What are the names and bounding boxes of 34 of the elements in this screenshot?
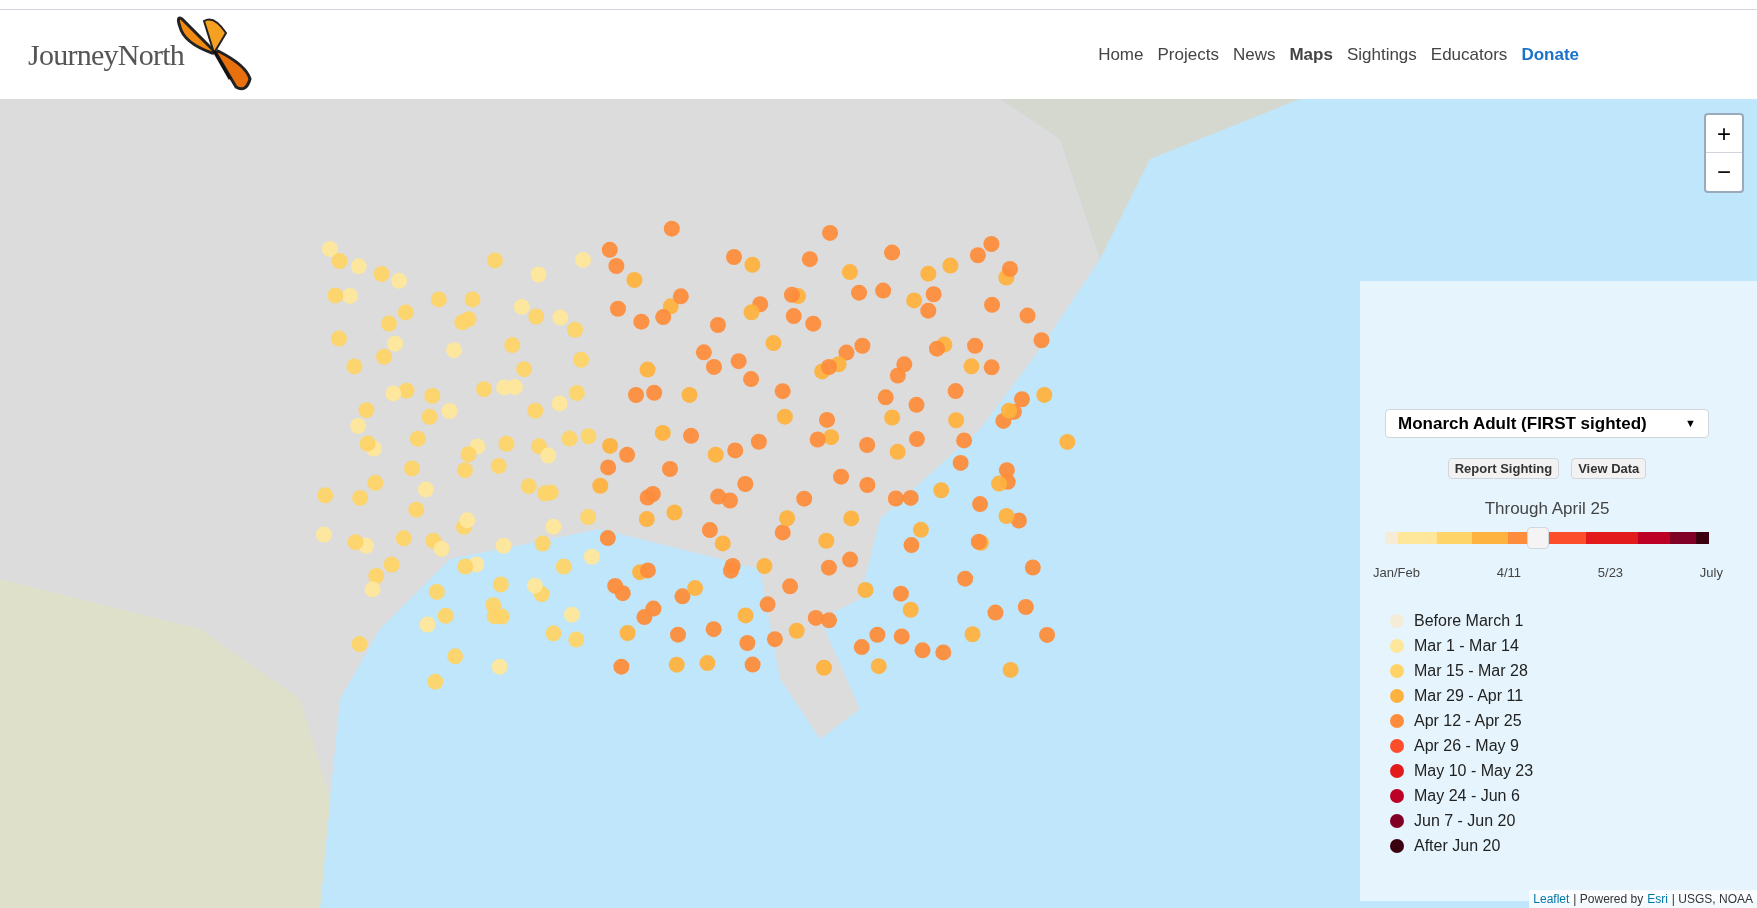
- esri-link[interactable]: Esri: [1647, 890, 1668, 908]
- legend-label: Mar 15 - Mar 28: [1414, 660, 1528, 681]
- legend-label: Apr 26 - May 9: [1414, 735, 1519, 756]
- nav-link[interactable]: News: [1232, 41, 1276, 68]
- legend-label: Jun 7 - Jun 20: [1414, 810, 1516, 831]
- nav-link[interactable]: Sightings: [1346, 41, 1417, 68]
- attribution-text: | USGS, NOAA: [1671, 891, 1753, 908]
- attribution-text: | Powered by: [1573, 891, 1644, 908]
- action-button[interactable]: View Data: [1571, 458, 1647, 479]
- leaflet-link[interactable]: Leaflet: [1533, 890, 1570, 908]
- slider-tick-label: Jan/Feb: [1373, 563, 1420, 582]
- zoom-out-button[interactable]: −: [1706, 153, 1742, 191]
- legend-label: May 24 - Jun 6: [1414, 785, 1520, 806]
- site-logo[interactable]: JourneyNorth: [28, 32, 184, 77]
- nav-link[interactable]: Donate: [1521, 41, 1579, 68]
- legend-label: Before March 1: [1414, 610, 1524, 631]
- species-dropdown[interactable]: Monarch Adult (FIRST sighted) ▼: [1385, 409, 1709, 438]
- date-reading: Through April 25: [1483, 498, 1611, 520]
- zoom-in-button[interactable]: +: [1706, 115, 1742, 153]
- legend-label: Mar 1 - Mar 14: [1414, 635, 1519, 656]
- legend-label: Mar 29 - Apr 11: [1414, 685, 1524, 706]
- slider-tick-label: 4/11: [1496, 563, 1522, 582]
- nav-link[interactable]: Home: [1098, 41, 1144, 68]
- legend-label: May 10 - May 23: [1414, 760, 1534, 781]
- slider-tick-label: 5/23: [1597, 563, 1624, 582]
- slider-thumb[interactable]: [1526, 526, 1549, 549]
- nav-link[interactable]: Educators: [1430, 41, 1508, 68]
- nav-link[interactable]: Projects: [1157, 41, 1219, 68]
- dropdown-caret-icon: ▼: [1685, 415, 1696, 432]
- action-button[interactable]: Report Sighting: [1447, 458, 1560, 479]
- nav-link[interactable]: Maps: [1289, 41, 1333, 68]
- slider-tick-label: July: [1699, 563, 1723, 582]
- legend-label: After Jun 20: [1414, 835, 1501, 856]
- legend-label: Apr 12 - Apr 25: [1414, 710, 1522, 731]
